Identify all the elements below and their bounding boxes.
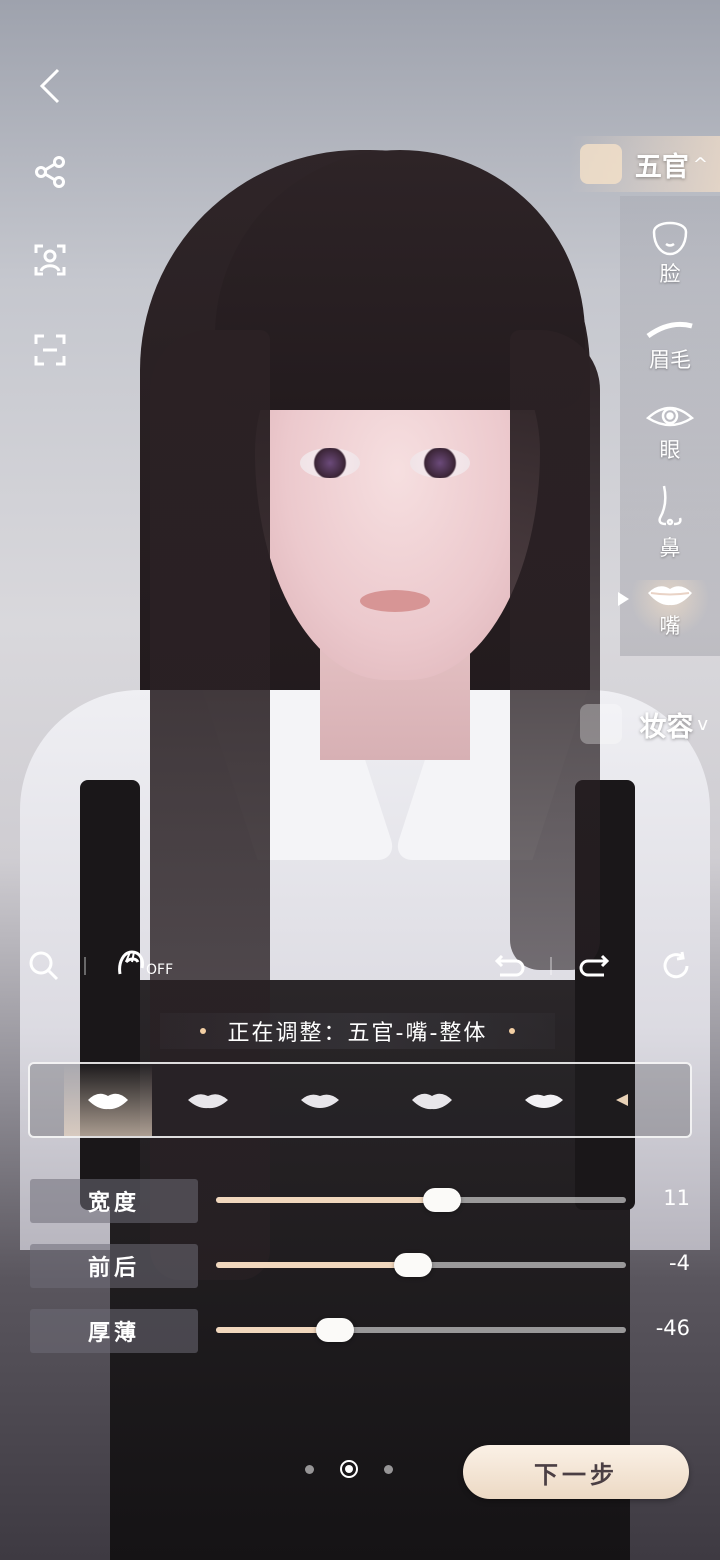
dot-left-icon: [199, 1028, 206, 1034]
category-features[interactable]: 五官 ^: [570, 136, 720, 192]
mouth-preset-5[interactable]: [488, 1064, 600, 1136]
page-dot-1[interactable]: [305, 1464, 314, 1474]
fullscreen-button[interactable]: [22, 322, 78, 378]
slider-depth-handle[interactable]: [393, 1253, 432, 1277]
undo-button[interactable]: [494, 952, 526, 984]
eyebrow-icon: [646, 321, 693, 339]
slider-depth-fill: [216, 1262, 413, 1268]
slider-depth[interactable]: [216, 1253, 626, 1277]
lips-icon: [648, 586, 692, 606]
page-dot-3[interactable]: [384, 1464, 393, 1474]
category-makeup-label: 妆容: [639, 711, 694, 743]
slider-width-label: 宽度: [30, 1179, 198, 1223]
face-scan-icon: [34, 244, 66, 276]
part-eye-label: 眼: [659, 438, 681, 462]
character-hair-front-right: [510, 330, 600, 970]
hair-toggle-icon: [118, 950, 144, 975]
nose-icon: [658, 485, 682, 526]
part-mouth[interactable]: 嘴: [620, 580, 720, 640]
features-category-icon: [580, 144, 622, 184]
face-scan-button[interactable]: [22, 232, 78, 288]
makeup-category-icon: [580, 704, 622, 744]
toolbar-divider-2: [550, 957, 552, 975]
share-button[interactable]: [22, 144, 78, 200]
lips-preset-icon: [412, 1093, 452, 1110]
back-icon: [39, 68, 60, 104]
category-features-label: 五官: [634, 151, 689, 183]
lips-preset-icon: [525, 1094, 563, 1108]
slider-width-fill: [216, 1197, 442, 1203]
face-outline-icon: [652, 221, 688, 256]
chevron-down-icon: v: [697, 713, 708, 735]
part-eyebrow-label: 眉毛: [649, 348, 691, 372]
hair-toggle-label: OFF: [146, 962, 174, 978]
slider-depth-value: -4: [669, 1251, 690, 1275]
lips-preset-icon: [188, 1094, 228, 1109]
part-eyebrow[interactable]: 眉毛: [620, 318, 720, 374]
mouth-preset-strip: [28, 1062, 692, 1138]
page-dot-2-current[interactable]: [340, 1460, 358, 1478]
slider-depth-label: 前后: [30, 1244, 198, 1288]
lips-preset-icon: [301, 1094, 339, 1108]
part-face-label: 脸: [659, 262, 681, 286]
adjusting-text: 正在调整：五官-嘴-整体: [227, 1021, 488, 1046]
next-step-button[interactable]: 下一步: [463, 1445, 689, 1499]
chevron-up-icon: ^: [692, 153, 708, 175]
undo-icon: [494, 954, 525, 977]
character-eye-left: [300, 448, 360, 478]
slider-thickness-handle[interactable]: [315, 1318, 354, 1342]
character-strap-left: [80, 780, 140, 1210]
slider-thickness-label: 厚薄: [30, 1309, 198, 1353]
page-indicator: [305, 1460, 393, 1478]
back-button[interactable]: [22, 58, 78, 114]
mouth-preset-2[interactable]: [152, 1064, 264, 1136]
redo-icon: [579, 954, 610, 977]
frame-icon: [34, 334, 66, 366]
eye-icon: [645, 406, 695, 427]
slider-width-value: 11: [663, 1186, 690, 1210]
part-nose-label: 鼻: [659, 536, 681, 560]
slider-thickness-value: -46: [655, 1316, 690, 1340]
search-button[interactable]: [28, 950, 60, 986]
redo-button[interactable]: [578, 952, 610, 984]
toolbar-divider: [84, 957, 86, 975]
part-mouth-label: 嘴: [659, 614, 681, 638]
slider-width-handle[interactable]: [422, 1188, 461, 1212]
reset-icon: [663, 951, 689, 979]
slider-thickness[interactable]: [216, 1318, 626, 1342]
part-nose[interactable]: 鼻: [620, 484, 720, 562]
adjusting-indicator: 正在调整：五官-嘴-整体: [160, 1013, 555, 1049]
mouth-preset-1[interactable]: [64, 1064, 152, 1136]
search-icon: [29, 951, 59, 981]
part-face[interactable]: 脸: [620, 216, 720, 288]
scroll-left-icon[interactable]: [616, 1094, 628, 1106]
slider-width[interactable]: [216, 1188, 626, 1212]
dot-right-icon: [509, 1028, 516, 1034]
lips-preset-icon: [88, 1093, 128, 1110]
character-eye-right: [410, 448, 470, 478]
reset-button[interactable]: [660, 950, 692, 986]
mouth-preset-3[interactable]: [264, 1064, 376, 1136]
character-lips: [360, 590, 430, 612]
part-eye[interactable]: 眼: [620, 400, 720, 464]
hair-toggle-button[interactable]: OFF: [116, 948, 173, 978]
mouth-preset-4[interactable]: [376, 1064, 488, 1136]
category-makeup[interactable]: 妆容 v: [570, 696, 720, 752]
share-icon: [35, 156, 65, 188]
